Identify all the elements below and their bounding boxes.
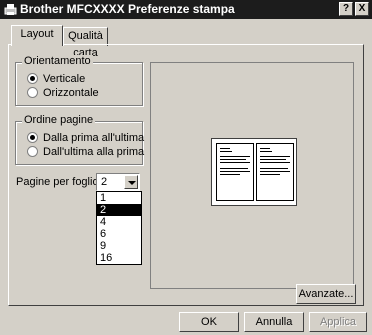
- radio-first-to-last-indicator[interactable]: [27, 132, 38, 143]
- pages-per-sheet-label: Pagine per foglio:: [16, 176, 102, 188]
- page-order-legend: Ordine pagine: [22, 114, 96, 126]
- orientation-group: Orientamento Verticale Orizzontale: [15, 55, 143, 106]
- radio-last-to-first-label: Dall'ultima alla prima: [43, 146, 145, 158]
- advanced-button[interactable]: Avanzate...: [296, 284, 356, 304]
- dropdown-option[interactable]: 1: [97, 192, 141, 204]
- radio-vertical-label: Verticale: [43, 73, 86, 85]
- radio-last-to-first[interactable]: Dall'ultima alla prima: [27, 146, 144, 158]
- radio-vertical-indicator[interactable]: [27, 73, 38, 84]
- paper-preview-icon: [211, 138, 297, 206]
- tab-layout[interactable]: Layout: [11, 25, 63, 46]
- apply-button[interactable]: Applica: [309, 312, 367, 332]
- radio-horizontal-indicator[interactable]: [27, 87, 38, 98]
- help-button[interactable]: ?: [339, 2, 353, 16]
- dropdown-option[interactable]: 9: [97, 240, 141, 252]
- ok-button[interactable]: OK: [179, 312, 239, 332]
- radio-horizontal[interactable]: Orizzontale: [27, 87, 99, 99]
- page-thumbnail-1: [216, 143, 254, 201]
- tab-layout-label: Layout: [20, 28, 54, 40]
- dropdown-option[interactable]: 16: [97, 252, 141, 264]
- chevron-down-icon[interactable]: [124, 175, 138, 189]
- printer-icon: [4, 4, 17, 15]
- page-thumbnail-2: [256, 143, 294, 201]
- pages-per-sheet-select[interactable]: 2: [96, 173, 140, 191]
- dropdown-option[interactable]: 4: [97, 216, 141, 228]
- close-button[interactable]: X: [355, 2, 369, 16]
- radio-horizontal-label: Orizzontale: [43, 87, 99, 99]
- apply-button-label: Applica: [319, 316, 357, 328]
- layout-preview: [150, 62, 354, 289]
- radio-first-to-last[interactable]: Dalla prima all'ultima: [27, 132, 144, 144]
- orientation-legend: Orientamento: [22, 55, 93, 67]
- radio-last-to-first-indicator[interactable]: [27, 146, 38, 157]
- radio-first-to-last-label: Dalla prima all'ultima: [43, 132, 145, 144]
- dropdown-option[interactable]: 6: [97, 228, 141, 240]
- cancel-button[interactable]: Annulla: [244, 312, 304, 332]
- pages-per-sheet-dropdown: 1 2 4 6 9 16: [96, 191, 142, 265]
- title-bar: Brother MFCXXXX Preferenze stampa ? X: [0, 0, 372, 19]
- radio-vertical[interactable]: Verticale: [27, 73, 85, 85]
- page-order-group: Ordine pagine Dalla prima all'ultima Dal…: [15, 114, 144, 165]
- dropdown-option-selected[interactable]: 2: [97, 204, 141, 216]
- window-title: Brother MFCXXXX Preferenze stampa: [20, 2, 235, 16]
- pages-per-sheet-value: 2: [101, 176, 108, 188]
